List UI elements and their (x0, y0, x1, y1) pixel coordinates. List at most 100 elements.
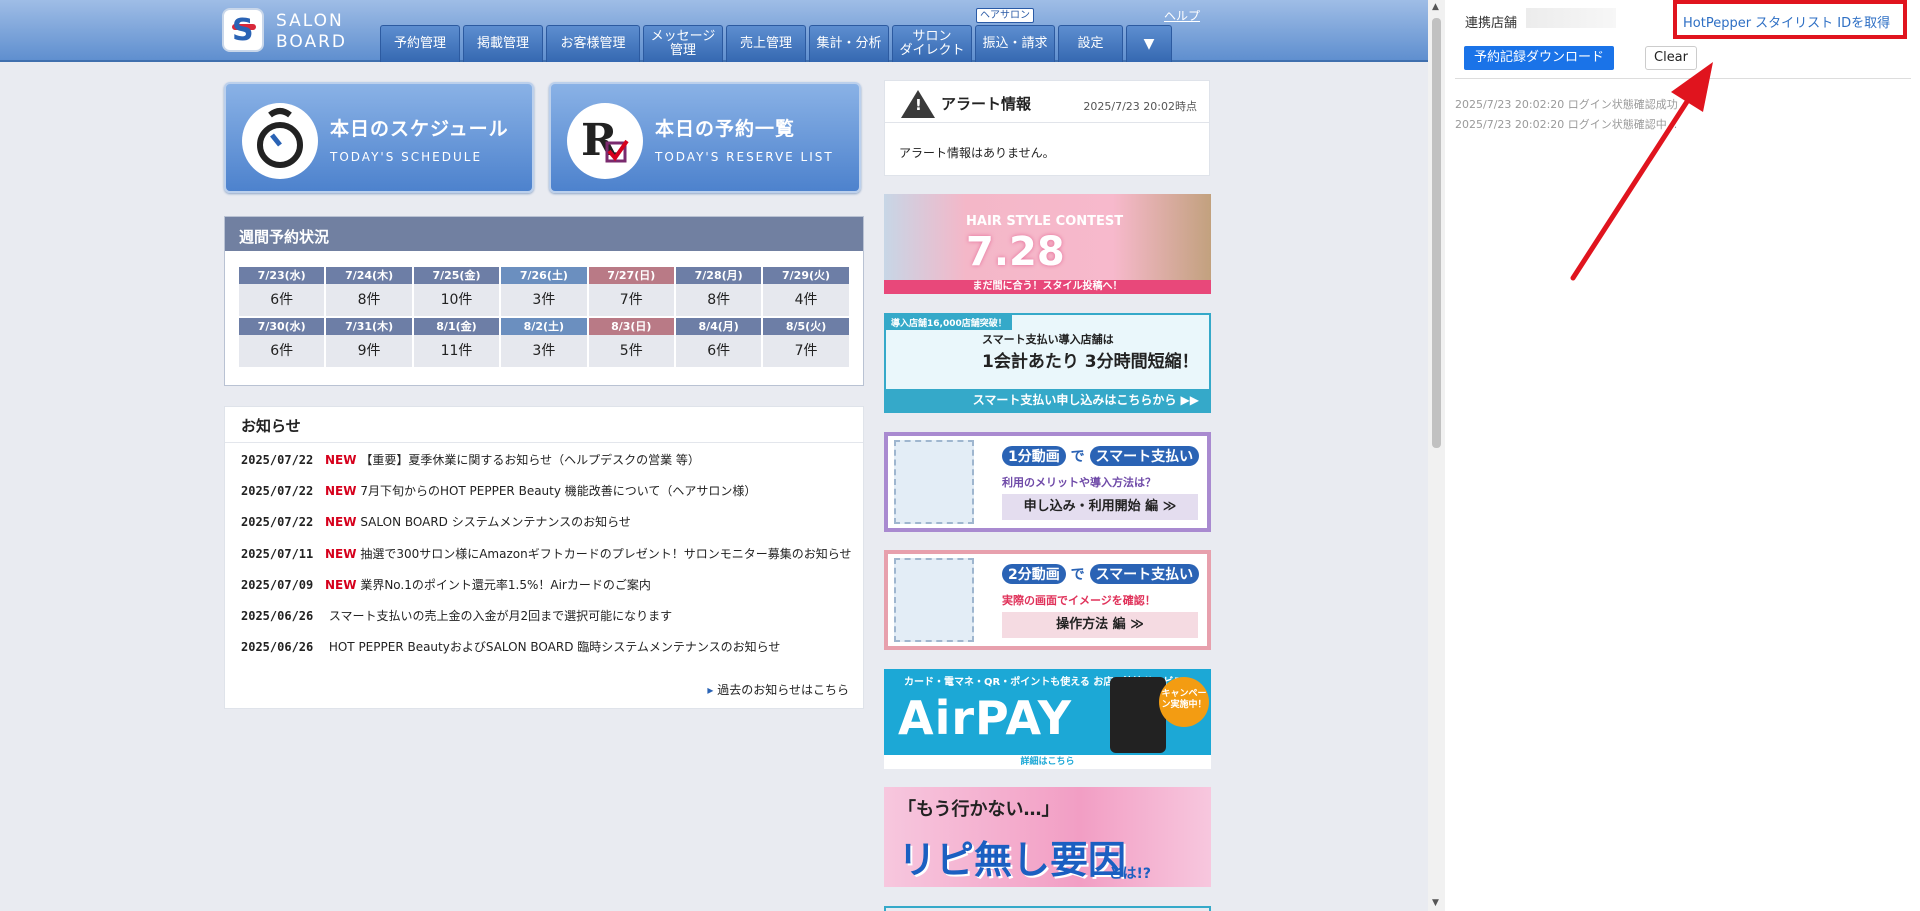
smart-pay-banner[interactable]: 導入店舗16,000店舗突破！ スマート支払い導入店舗は 1会計あたり 3分時間… (884, 313, 1211, 413)
news-item[interactable]: 2025/07/09 NEW 業界No.1のポイント還元率1.5%！Airカードの… (241, 576, 651, 593)
day-cell[interactable]: 8/2(土) 3件 (501, 318, 587, 367)
day-label: 8/4(月) (675, 318, 762, 335)
day-label: 8/1(金) (413, 318, 500, 335)
nav-item-1[interactable]: 掲載管理 (463, 25, 543, 62)
day-label: 7/25(金) (413, 267, 500, 284)
scroll-up-icon[interactable]: ▲ (1432, 2, 1439, 12)
day-cell[interactable]: 7/24(木) 8件 (326, 267, 412, 316)
day-count: 8件 (326, 284, 412, 316)
day-cell[interactable]: 7/29(火) 4件 (763, 267, 849, 316)
day-cell[interactable]: 7/25(金) 10件 (413, 267, 500, 316)
day-label: 7/30(水) (239, 318, 325, 335)
alert-timestamp: 2025/7/23 20:02時点 (1083, 100, 1197, 113)
help-link[interactable]: ヘルプ (1164, 7, 1200, 24)
new-badge: NEW (325, 515, 357, 530)
day-cell[interactable]: 7/28(月) 8件 (675, 267, 762, 316)
scroll-thumb[interactable] (1432, 18, 1441, 448)
day-cell[interactable]: 8/4(月) 6件 (675, 318, 762, 367)
nav-item-4[interactable]: 売上管理 (726, 25, 806, 62)
alert-panel: アラート情報 2025/7/23 20:02時点 アラート情報はありません。 (884, 80, 1210, 176)
today-schedule-button[interactable]: 本日のスケジュール TODAY'S SCHEDULE (224, 82, 534, 193)
news-item[interactable]: 2025/06/26 HOT PEPPER BeautyおよびSALON BOA… (241, 638, 780, 655)
video1-button: 申し込み・利用開始 編 ≫ (1002, 494, 1198, 520)
page-scrollbar[interactable]: ▲ ▼ (1428, 0, 1445, 911)
news-date: 2025/07/22 (241, 453, 314, 467)
today-reserve-list-button[interactable]: R 本日の予約一覧 TODAY'S RESERVE LIST (549, 82, 861, 193)
film-card-icon (894, 440, 974, 524)
news-item[interactable]: 2025/07/22 NEW SALON BOARD システムメンテナンスのお知ら… (241, 513, 631, 530)
nav-item-5[interactable]: 集計・分析 (809, 25, 889, 62)
day-label: 7/29(火) (763, 267, 849, 284)
news-item[interactable]: 2025/07/11 NEW 抽選で300サロン様にAmazonギフトカードのプレ… (241, 545, 851, 562)
airpay-banner[interactable]: カード・電マネ・QR・ポイントも使える お店の決済サービス AirPAY キャン… (884, 669, 1211, 769)
day-count: 6件 (239, 335, 325, 367)
news-date: 2025/06/26 (241, 640, 314, 655)
news-text: HOT PEPPER BeautyおよびSALON BOARD 臨時システムメン… (328, 640, 781, 655)
video1-headline: 1分動画 で スマート支払い (1002, 446, 1200, 466)
day-cell[interactable]: 7/31(木) 9件 (326, 318, 412, 367)
news-item[interactable]: 2025/07/22 NEW 7月下旬からのHOT PEPPER Beauty 機… (241, 482, 756, 499)
news-item[interactable]: 2025/07/22 NEW 【重要】夏季休業に関するお知らせ（ヘルプデスクの営業… (241, 451, 700, 468)
news-date: 2025/06/26 (241, 609, 314, 623)
news-text: 業界No.1のポイント還元率1.5%！Airカードのご案内 (360, 577, 651, 592)
new-badge: NEW (325, 484, 357, 499)
stopwatch-icon (242, 103, 318, 179)
video1-pill1: 1分動画 (1002, 446, 1066, 466)
day-count: 3件 (501, 284, 587, 316)
day-count: 5件 (588, 335, 674, 367)
weekly-grid: 7/23(水) 6件 7/24(木) 8件 7/25(金) 10件 7/26(土) 3件 7/2… (239, 267, 849, 369)
repeat-customer-manga-banner[interactable]: 「もう行かない…」 リピ無し要因 とは!? (884, 787, 1211, 887)
nav-item-2[interactable]: お客様管理 (546, 25, 640, 62)
salon-board-logo[interactable]: S SALON BOARD (222, 8, 362, 52)
video2-button: 操作方法 編 ≫ (1002, 612, 1198, 638)
day-label: 7/28(月) (675, 267, 762, 284)
day-cell[interactable]: 7/26(土) 3件 (501, 267, 587, 316)
nav-item-0[interactable]: 予約管理 (380, 25, 460, 62)
day-cell[interactable]: 8/3(日) 5件 (588, 318, 674, 367)
news-text: SALON BOARD システムメンテナンスのお知らせ (360, 515, 631, 530)
video1-pill2: スマート支払い (1089, 446, 1200, 466)
logo-text-board: BOARD (276, 32, 347, 52)
past-news-link[interactable]: 過去のお知らせはこちら (707, 681, 849, 698)
hair-style-contest-banner[interactable]: HAIR STYLE CONTEST 7.28 まだ間に合う！スタイル投稿へ！ (884, 194, 1211, 294)
day-count: 4件 (763, 284, 849, 316)
nav-item-3[interactable]: メッセージ 管理 (643, 25, 723, 62)
warning-icon (901, 90, 935, 118)
video2-headline: 2分動画 で スマート支払い (1002, 564, 1200, 584)
new-badge: NEW (325, 453, 357, 467)
day-cell[interactable]: 7/30(水) 6件 (239, 318, 325, 367)
logo-text-salon: SALON (276, 11, 344, 31)
news-panel: お知らせ 2025/07/22 NEW 【重要】夏季休業に関するお知らせ（ヘルプデ… (224, 406, 864, 709)
day-count: 7件 (763, 335, 849, 367)
nav-item-8[interactable]: 設定 (1058, 25, 1123, 62)
main-nav: 予約管理 掲載管理 お客様管理 メッセージ 管理 売上管理 集計・分析 サロン ダイレクト振… (380, 25, 1172, 62)
app-header: S SALON BOARD ヘアサロン ヘルプ 予約管理 掲載管理 お客様管理 メッセ… (0, 0, 1428, 62)
smartpay-line1: スマート支払い導入店舗は (982, 333, 1114, 346)
news-item[interactable]: 2025/06/26 スマート支払いの売上金の入金が月2回まで選択可能になります (241, 607, 672, 624)
new-badge: NEW (325, 546, 357, 561)
scroll-down-icon[interactable]: ▼ (1432, 898, 1439, 908)
nav-item-6[interactable]: サロン ダイレクト (892, 25, 972, 62)
day-count: 3件 (501, 335, 587, 367)
campaign-badge: キャンペーン実施中！ (1159, 677, 1209, 727)
day-cell[interactable]: 8/1(金) 11件 (413, 318, 500, 367)
day-cell[interactable]: 8/5(火) 7件 (763, 318, 849, 367)
day-cell[interactable]: 7/27(日) 7件 (588, 267, 674, 316)
nav-item-7[interactable]: 振込・請求 (975, 25, 1055, 62)
day-label: 7/24(木) (326, 267, 412, 284)
day-count: 6件 (239, 284, 325, 316)
day-count: 6件 (675, 335, 762, 367)
smart-pay-video-1min-banner[interactable]: 1分動画 で スマート支払い 利用のメリットや導入方法は？ 申し込み・利用開始 … (884, 432, 1211, 532)
smart-pay-video-2min-banner[interactable]: 2分動画 で スマート支払い 実際の画面でイメージを確認！ 操作方法 編 ≫ (884, 550, 1211, 650)
weekly-title: 週間予約状況 (225, 217, 863, 251)
contest-label: HAIR STYLE CONTEST (966, 214, 1124, 229)
logo-mark-icon: S (222, 8, 264, 52)
manga-line2: リピ無し要因 (898, 838, 1127, 882)
nav-more-chevron-down-icon[interactable]: ▼ (1126, 25, 1172, 62)
day-count: 11件 (413, 335, 500, 367)
week-row: 7/23(水) 6件 7/24(木) 8件 7/25(金) 10件 7/26(土) 3件 7/2… (239, 267, 849, 316)
next-banner-partial[interactable] (884, 906, 1211, 911)
day-cell[interactable]: 7/23(水) 6件 (239, 267, 325, 316)
hair-salon-badge: ヘアサロン (976, 8, 1034, 23)
contest-bar: まだ間に合う！スタイル投稿へ！ (884, 280, 1211, 294)
